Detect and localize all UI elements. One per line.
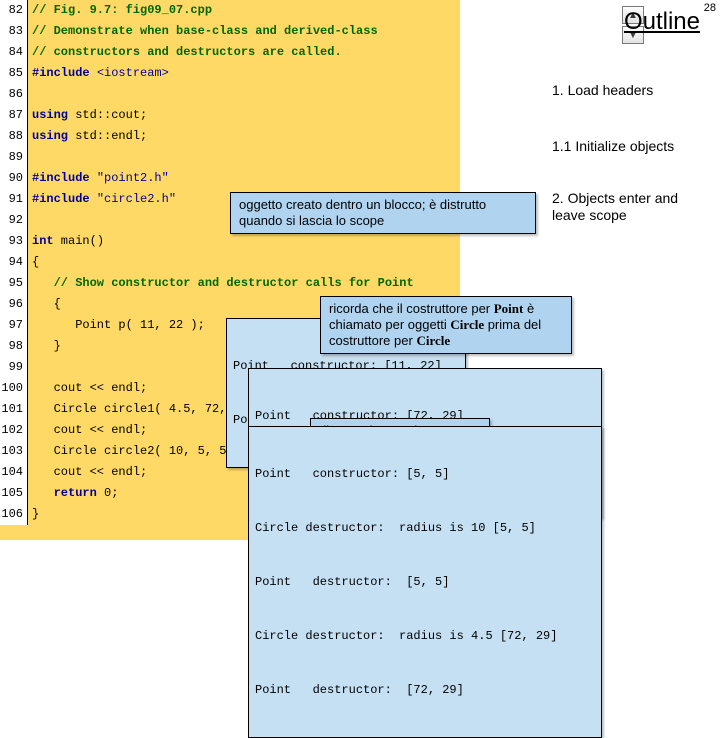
lineno: 106	[0, 504, 28, 525]
lineno: 96	[0, 294, 28, 315]
lineno: 92	[0, 210, 28, 231]
outline-heading: Outline	[460, 8, 700, 36]
code-line: }	[28, 336, 61, 357]
note-scope-a: 2. Objects enter and	[552, 190, 678, 206]
lineno: 85	[0, 63, 28, 84]
code-line: cout << endl;	[28, 378, 147, 399]
code-line: Circle circle2( 10, 5, 5 );	[28, 441, 248, 462]
lineno: 105	[0, 483, 28, 504]
code-line: Point p( 11, 22 );	[28, 315, 205, 336]
lineno: 98	[0, 336, 28, 357]
lineno: 99	[0, 357, 28, 378]
lineno: 100	[0, 378, 28, 399]
code-line: int main()	[28, 231, 104, 252]
code-comment: // Demonstrate when base-class and deriv…	[28, 21, 378, 42]
code-line: #include <iostream>	[28, 63, 169, 84]
callout-ctor-order: ricorda che il costruttore per Point è c…	[320, 296, 572, 354]
lineno: 83	[0, 21, 28, 42]
code-line: return 0;	[28, 483, 118, 504]
lineno: 82	[0, 0, 28, 21]
code-comment: // Fig. 9.7: fig09_07.cpp	[28, 0, 212, 21]
lineno: 95	[0, 273, 28, 294]
code-comment: // Show constructor and destructor calls…	[28, 273, 414, 294]
lineno: 90	[0, 168, 28, 189]
note-scope-b: leave scope	[552, 207, 627, 223]
lineno: 89	[0, 147, 28, 168]
output-line: Point constructor: [5, 5]	[255, 465, 595, 483]
output-line: Point destructor: [5, 5]	[255, 573, 595, 591]
lineno: 94	[0, 252, 28, 273]
code-line: {	[28, 252, 39, 273]
lineno: 103	[0, 441, 28, 462]
code-line: cout << endl;	[28, 462, 147, 483]
slide: 28 ▲ ▼ Outline 1. Load headers 1.1 Initi…	[0, 0, 720, 540]
code-line	[28, 357, 32, 378]
output-destructors: Point constructor: [5, 5] Circle destruc…	[248, 426, 602, 738]
lineno: 87	[0, 105, 28, 126]
note-load-headers: 1. Load headers	[552, 82, 653, 98]
code-line: #include "point2.h"	[28, 168, 169, 189]
lineno: 93	[0, 231, 28, 252]
lineno: 104	[0, 462, 28, 483]
lineno: 88	[0, 126, 28, 147]
lineno: 91	[0, 189, 28, 210]
lineno: 86	[0, 84, 28, 105]
code-line: #include "circle2.h"	[28, 189, 176, 210]
code-line: }	[28, 504, 39, 525]
code-line	[28, 147, 32, 168]
code-line	[28, 84, 32, 105]
lineno: 97	[0, 315, 28, 336]
lineno: 102	[0, 420, 28, 441]
outline-panel: Outline	[460, 0, 720, 36]
note-initialize: 1.1 Initialize objects	[552, 138, 674, 154]
code-line: using std::endl;	[28, 126, 147, 147]
lineno: 84	[0, 42, 28, 63]
code-line: {	[28, 294, 61, 315]
callout-block-scope: oggetto creato dentro un blocco; è distr…	[230, 192, 536, 234]
output-line: Circle destructor: radius is 10 [5, 5]	[255, 519, 595, 537]
code-line	[28, 210, 32, 231]
code-line: cout << endl;	[28, 420, 147, 441]
code-comment: // constructors and destructors are call…	[28, 42, 342, 63]
lineno: 101	[0, 399, 28, 420]
output-line: Point destructor: [72, 29]	[255, 681, 595, 699]
output-line: Circle destructor: radius is 4.5 [72, 29…	[255, 627, 595, 645]
code-line: using std::cout;	[28, 105, 147, 126]
